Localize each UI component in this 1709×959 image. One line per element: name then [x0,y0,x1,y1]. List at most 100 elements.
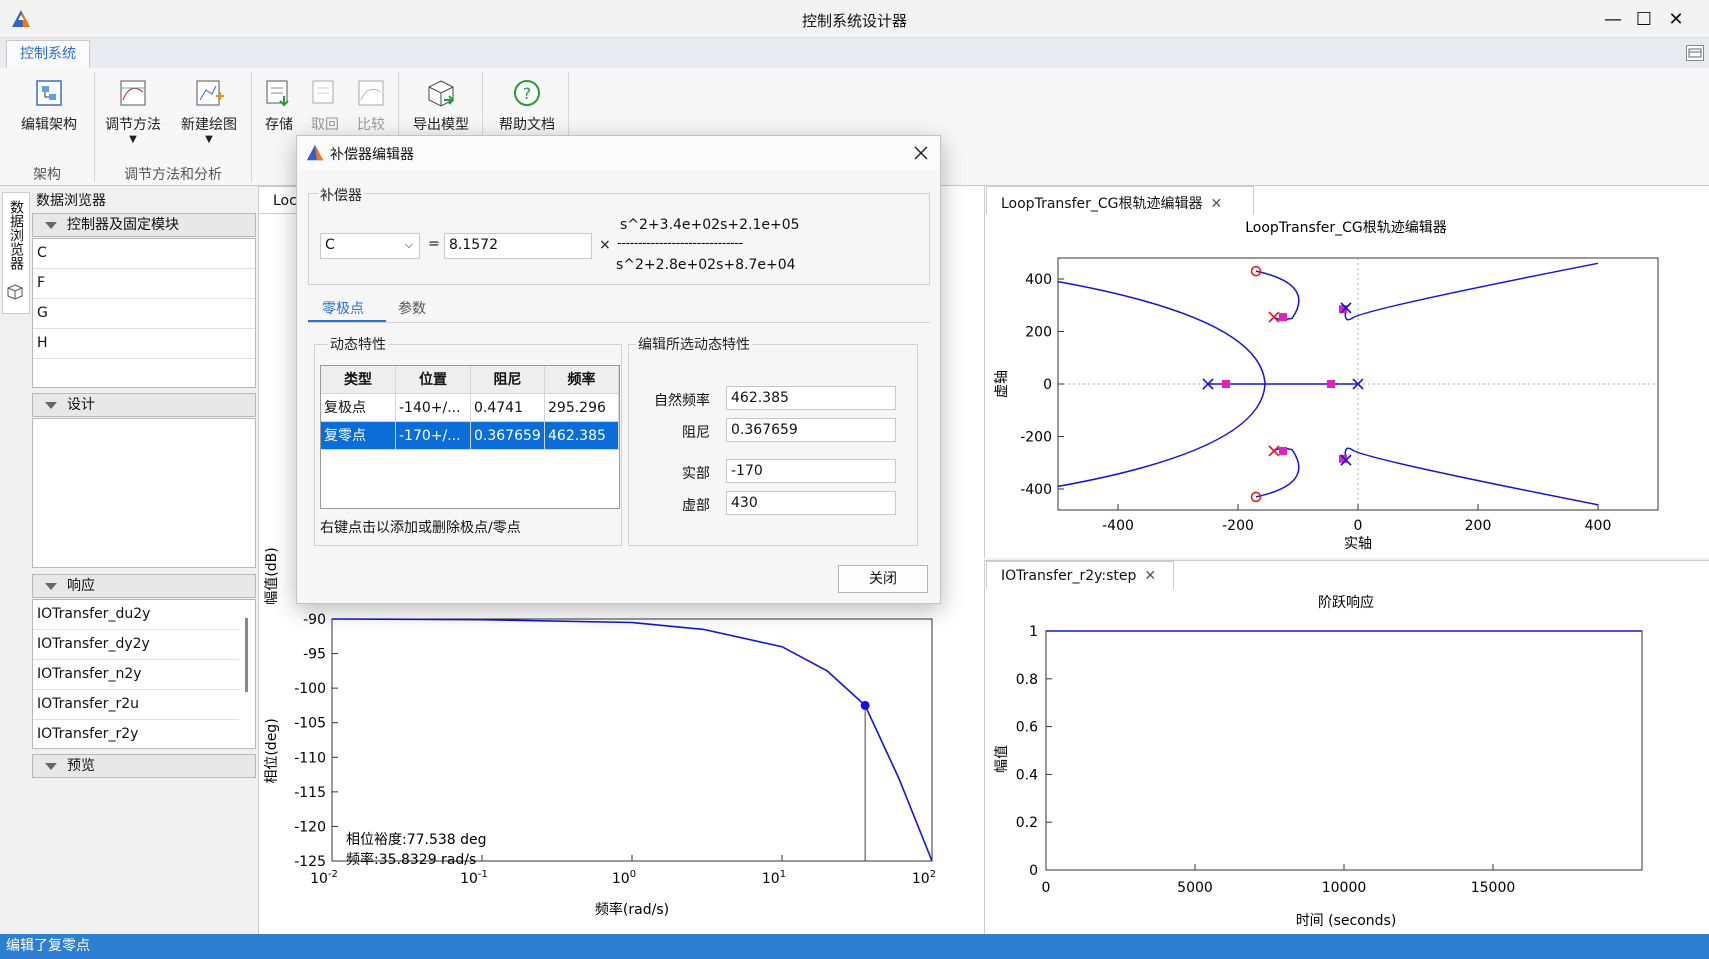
group-label-arch: 架构 [33,167,61,183]
list-item[interactable]: IOTransfer_dy2y [33,630,239,660]
bode-phase-axes [331,618,933,862]
step-x-tick-label: 5000 [1177,880,1213,896]
chevron-down-icon: ⌵ [404,238,413,251]
dialog-close-button[interactable] [906,138,936,168]
numerator-text: s^2+3.4e+02s+2.1e+05 [620,217,800,233]
step-x-tick-label: 10000 [1322,880,1367,896]
times-sign: × [599,237,611,253]
list-item[interactable]: IOTransfer_du2y [33,600,239,630]
close-icon: ✕ [1668,8,1684,30]
closed-loop-pole-marker [1222,380,1230,388]
tab-poles-zeros[interactable]: 零极点 [322,298,364,318]
table-cell: 462.385 [545,422,619,450]
dialog-logo-icon [305,143,325,163]
rl-y-tick-label: -400 [1020,482,1052,498]
natural-frequency-input[interactable]: 462.385 [726,386,896,410]
imaginary-part-input[interactable]: 430 [726,491,896,515]
phase-tick-label: -125 [294,854,326,870]
table-cell: 295.296 [545,394,619,422]
damping-label: 阻尼 [682,425,710,441]
step-y-tick-label: 0.4 [1016,767,1038,783]
close-icon [914,146,928,160]
store-icon [264,78,294,108]
phase-tick-label: -95 [303,647,326,663]
section-design[interactable]: 设计 [32,393,256,417]
responses-scrollbar[interactable] [245,618,248,692]
freq-tick-label: 10-1 [460,869,488,887]
freq-tick-label: 102 [912,869,936,887]
table-row[interactable]: 复极点 -140+/... 0.4741 295.296 [321,394,619,422]
list-item[interactable]: F [33,269,255,299]
responses-list: IOTransfer_du2y IOTransfer_dy2y IOTransf… [32,599,256,749]
close-tab-icon[interactable]: ✕ [1211,196,1223,212]
dialog-close-action-button[interactable]: 关闭 [838,565,928,593]
imaginary-part-label: 虚部 [682,498,710,514]
svg-text:?: ? [523,84,532,103]
tab-control-system[interactable]: 控制系统 [6,40,90,68]
list-item[interactable]: H [33,329,255,359]
tuning-method-button[interactable]: 调节方法 ▼ [98,74,168,154]
list-item[interactable]: G [33,299,255,329]
phase-tick-label: -90 [303,612,326,628]
close-window-button[interactable]: ✕ [1646,0,1706,38]
tab-divider [308,322,930,323]
list-item[interactable]: IOTransfer_n2y [33,660,239,690]
phase-margin-freq-annotation: 频率:35.8329 rad/s [346,851,476,868]
ribbon-separator [251,72,252,182]
store-label: 存储 [265,117,293,133]
cube-icon [6,283,24,301]
table-header[interactable]: 类型 [321,366,396,394]
table-cell: 0.367659 [471,422,545,450]
close-tab-icon[interactable]: ✕ [1144,568,1156,584]
tab-root-locus-label: LoopTransfer_CG根轨迹编辑器 [1001,196,1203,212]
step-y-tick-label: 0.6 [1016,720,1038,736]
list-item[interactable]: IOTransfer_r2u [33,690,239,720]
table-cell: 0.4741 [471,394,545,422]
controllers-list: C F G H [32,238,256,388]
gain-input[interactable]: 8.1572 [444,233,592,259]
phase-tick-label: -105 [294,716,326,732]
bode-phase-ylabel: 相位(deg) [264,718,280,783]
tuning-icon [118,78,148,108]
step-y-tick-label: 0 [1029,863,1038,879]
tab-step-label: IOTransfer_r2y:step [1001,568,1137,584]
real-part-input[interactable]: -170 [726,459,896,483]
list-item[interactable]: C [33,239,255,269]
table-row-selected[interactable]: 复零点 -170+/... 0.367659 462.385 [321,422,619,450]
damping-input[interactable]: 0.367659 [726,418,896,442]
section-responses[interactable]: 响应 [32,574,256,598]
section-preview[interactable]: 预览 [32,754,256,778]
freq-tick-label: 100 [612,869,636,887]
retrieve-icon [310,78,340,108]
table-header[interactable]: 阻尼 [471,366,545,394]
dynamics-group-label: 动态特性 [328,334,388,354]
ribbon-separator [94,72,95,182]
tab-step[interactable]: IOTransfer_r2y:step ✕ [986,561,1174,589]
data-browser-vertical-label: 数据浏览器 [8,200,24,270]
table-cell: 复零点 [321,422,396,450]
step-axes [1045,630,1643,871]
table-header[interactable]: 频率 [545,366,619,394]
bode-xlabel: 频率(rad/s) [595,901,669,918]
fraction-line: ------------------------------ [617,236,743,251]
root-locus-ylabel: 虚轴 [994,370,1010,398]
root-locus-title: LoopTransfer_CG根轨迹编辑器 [1245,220,1447,236]
tab-root-locus[interactable]: LoopTransfer_CG根轨迹编辑器 ✕ [986,186,1254,214]
export-label: 导出模型 [413,117,469,133]
table-header[interactable]: 位置 [396,366,471,394]
edit-architecture-button[interactable]: 编辑架构 [14,74,84,154]
data-browser-title: 数据浏览器 [36,193,106,209]
edit-dynamics-group [628,344,918,546]
edit-dynamics-group-label: 编辑所选动态特性 [636,334,752,354]
collapse-ribbon-icon[interactable] [1686,45,1704,61]
compensator-select[interactable]: C ⌵ [320,233,420,259]
group-label-tuning: 调节方法和分析 [124,167,222,183]
new-plot-button[interactable]: 新建绘图 ▼ [174,74,244,154]
phase-tick-label: -115 [294,785,326,801]
section-controllers[interactable]: 控制器及固定模块 [32,213,256,237]
tab-parameters[interactable]: 参数 [398,298,426,318]
help-label: 帮助文档 [499,117,555,133]
dynamics-table: 类型 位置 阻尼 频率 复极点 -140+/... 0.4741 295.296… [320,365,620,509]
new-plot-label: 新建绘图 [181,117,237,133]
list-item[interactable]: IOTransfer_r2y [33,720,239,748]
